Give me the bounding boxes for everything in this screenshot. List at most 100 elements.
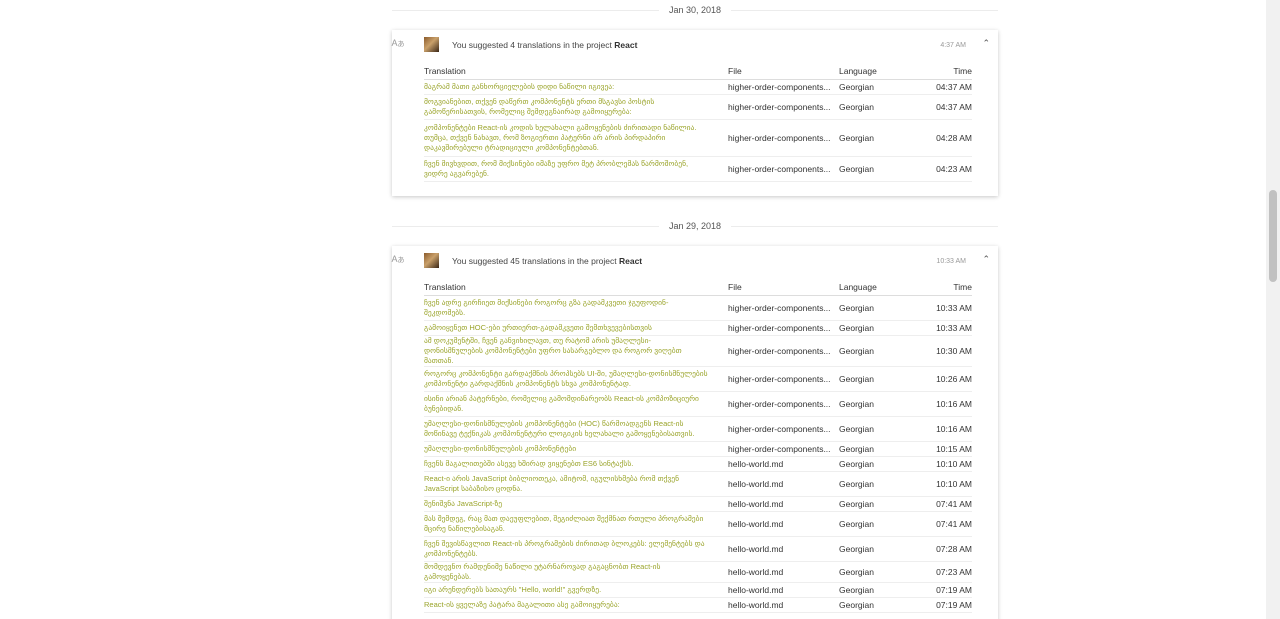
translation-link[interactable]: ჩვენ შევისწავლით React-ის პროგრამების ძი… — [424, 536, 728, 562]
page-scrollbar[interactable] — [1266, 0, 1280, 619]
time-cell: 04:28 AM — [909, 119, 972, 157]
table-row: კომპონენტები React-ის კოდის ხელახალი გამ… — [424, 119, 972, 157]
translation-link[interactable]: მომდევნო რამდენიმე ნაწილი უტარნაროვად გა… — [424, 561, 728, 583]
time-cell: 07:41 AM — [909, 496, 972, 512]
avatar[interactable] — [424, 253, 439, 268]
file-cell: higher-order-components... — [728, 94, 839, 120]
translations-table: Translation File Language Time მაგრამ მა… — [424, 60, 972, 182]
language-cell: Georgian — [839, 79, 909, 95]
file-cell: hello-world.md — [728, 561, 839, 583]
translation-link[interactable]: მას შემდეგ, რაც მათ დაეუფლებით, შეგიძლია… — [424, 511, 728, 537]
time-cell: 10:10 AM — [909, 456, 972, 472]
language-cell: Georgian — [839, 441, 909, 457]
file-cell: hello-world.md — [728, 471, 839, 497]
language-cell: Georgian — [839, 582, 909, 598]
file-cell: hello-world.md — [728, 536, 839, 562]
column-header-file: File — [728, 60, 839, 80]
time-cell: 07:28 AM — [909, 536, 972, 562]
table-row: მომდევნო რამდენიმე ნაწილი უტარნაროვად გა… — [424, 561, 972, 583]
date-label: Jan 29, 2018 — [658, 219, 732, 233]
translation-link[interactable]: ჩვენ ადრე გირჩიეთ მიქსინები როგორც გზა გ… — [424, 295, 728, 321]
table-row: უმაღლესი-დონისმნულების კომპონენტები (HOC… — [424, 416, 972, 442]
translation-link[interactable]: გამოიყენეთ HOC-ები ურთიერთ-გადამკვეთი შე… — [424, 320, 728, 336]
time-cell: 10:16 AM — [909, 391, 972, 417]
translation-link[interactable]: უმაღლესი-დონისმნულების კომპონენტები — [424, 441, 728, 457]
file-cell: higher-order-components... — [728, 441, 839, 457]
language-cell: Georgian — [839, 496, 909, 512]
translation-link[interactable]: იგი არენდერებს სათაურს "Hello, world!" გ… — [424, 582, 728, 598]
project-link[interactable]: React — [619, 256, 642, 266]
avatar[interactable] — [424, 37, 439, 52]
file-cell: higher-order-components... — [728, 119, 839, 157]
translation-link[interactable]: React-ი არის JavaScript ბიბლიოთეკა, ამიტ… — [424, 471, 728, 497]
translation-link[interactable]: შენიშვნა JavaScript-ზე — [424, 496, 728, 512]
column-header-translation: Translation — [424, 60, 728, 80]
table-row: React-ი არის JavaScript ბიბლიოთეკა, ამიტ… — [424, 471, 972, 497]
scrollbar-thumb[interactable] — [1269, 190, 1277, 282]
file-cell: hello-world.md — [728, 511, 839, 537]
language-cell: Georgian — [839, 335, 909, 367]
time-cell: 10:10 AM — [909, 471, 972, 497]
time-cell: 10:16 AM — [909, 416, 972, 442]
translation-link[interactable]: ჩვენ მივხვდით, რომ მიქსინები იმაზე უფრო … — [424, 156, 728, 182]
translation-link[interactable]: უმაღლესი-დონისმნულების კომპონენტები (HOC… — [424, 416, 728, 442]
translation-link[interactable]: მოგვიანებით, თქვენ დაწერთ კომპონენტს ერთ… — [424, 94, 728, 120]
translation-link[interactable]: React-ის ყველაზე პატარა მაგალითი ასე გამ… — [424, 597, 728, 613]
time-cell: 04:37 AM — [909, 94, 972, 120]
summary-text: You suggested 45 translations in the pro… — [452, 256, 617, 266]
project-link[interactable]: React — [614, 40, 637, 50]
table-row: მას შემდეგ, რაც მათ დაეუფლებით, შეგიძლია… — [424, 511, 972, 537]
time-cell: 07:19 AM — [909, 597, 972, 613]
time-cell: 07:41 AM — [909, 511, 972, 537]
language-cell: Georgian — [839, 471, 909, 497]
file-cell: hello-world.md — [728, 597, 839, 613]
file-cell: higher-order-components... — [728, 79, 839, 95]
activity-card: Aあ You suggested 45 translations in the … — [391, 246, 998, 619]
language-cell: Georgian — [839, 320, 909, 336]
language-cell: Georgian — [839, 561, 909, 583]
translation-link[interactable]: ისინი არიან პატერნები, რომელიც გამომდინა… — [424, 391, 728, 417]
time-cell: 04:23 AM — [909, 156, 972, 182]
activity-footer — [424, 182, 972, 196]
language-cell: Georgian — [839, 295, 909, 321]
time-cell: 07:23 AM — [909, 561, 972, 583]
table-row: React-ის ყველაზე პატარა მაგალითი ასე გამ… — [424, 597, 972, 613]
activity-group: Jan 30, 2018 Aあ You suggested 4 translat… — [391, 0, 998, 196]
activity-header: You suggested 4 translations in the proj… — [424, 30, 990, 60]
table-row: იგი არენდერებს სათაურს "Hello, world!" გ… — [424, 582, 972, 598]
translation-link[interactable]: ამ დოკუმენტში, ჩვენ განვიხილავთ, თუ რატო… — [424, 335, 728, 367]
language-cell: Georgian — [839, 391, 909, 417]
activity-header: You suggested 45 translations in the pro… — [424, 246, 990, 276]
language-cell: Georgian — [839, 156, 909, 182]
activity-summary: You suggested 4 translations in the proj… — [452, 39, 637, 51]
chevron-up-icon[interactable]: ⌃ — [982, 38, 990, 48]
language-cell: Georgian — [839, 416, 909, 442]
column-header-translation: Translation — [424, 276, 728, 296]
table-row: ამ დოკუმენტში, ჩვენ განვიხილავთ, თუ რატო… — [424, 335, 972, 367]
translation-link[interactable]: ჩვენს მაგალითებში ასევე ხშირად ვიყენებთ … — [424, 456, 728, 472]
activity-group: Jan 29, 2018 Aあ You suggested 45 transla… — [391, 216, 998, 619]
language-cell: Georgian — [839, 597, 909, 613]
table-row: ისინი არიან პატერნები, რომელიც გამომდინა… — [424, 391, 972, 417]
date-separator: Jan 30, 2018 — [392, 0, 998, 21]
file-cell: higher-order-components... — [728, 391, 839, 417]
activity-time: 4:37 AM — [940, 42, 966, 49]
translations-table: Translation File Language Time ჩვენ ადრე… — [424, 276, 972, 613]
column-header-language: Language — [839, 60, 909, 80]
translation-link[interactable]: როგორც კომპონენტი გარდაქმნის პროპსებს UI… — [424, 366, 728, 392]
time-cell: 10:15 AM — [909, 441, 972, 457]
translation-link[interactable]: კომპონენტები React-ის კოდის ხელახალი გამ… — [424, 119, 728, 157]
table-body: მაგრამ მათი განხორციელების დიდი ნაწილი ი… — [424, 79, 972, 182]
time-cell: 04:37 AM — [909, 79, 972, 95]
date-separator: Jan 29, 2018 — [392, 216, 998, 237]
table-row: ჩვენ მივხვდით, რომ მიქსინები იმაზე უფრო … — [424, 156, 972, 182]
chevron-up-icon[interactable]: ⌃ — [982, 254, 990, 264]
translation-link[interactable]: მაგრამ მათი განხორციელების დიდი ნაწილი ი… — [424, 79, 728, 95]
table-header-row: Translation File Language Time — [424, 276, 972, 296]
table-row: მოგვიანებით, თქვენ დაწერთ კომპონენტს ერთ… — [424, 94, 972, 120]
column-header-time: Time — [909, 276, 972, 296]
file-cell: higher-order-components... — [728, 320, 839, 336]
table-row: ჩვენ ადრე გირჩიეთ მიქსინები როგორც გზა გ… — [424, 295, 972, 321]
column-header-time: Time — [909, 60, 972, 80]
date-label: Jan 30, 2018 — [658, 3, 732, 17]
